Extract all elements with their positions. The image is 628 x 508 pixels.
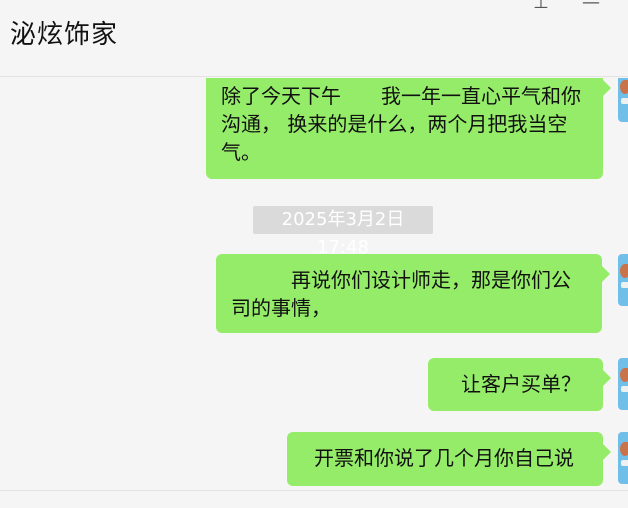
avatar-detail [621, 386, 628, 392]
message-list[interactable]: 除了今天下午 我一年一直心平气和你沟通， 换来的是什么，两个月把我当空气。 20… [0, 78, 628, 490]
avatar[interactable] [618, 358, 628, 410]
avatar-image [620, 264, 628, 278]
minimize-icon[interactable]: — [578, 0, 604, 14]
message-bubble[interactable]: 再说你们设计师走，那是你们公司的事情， [216, 254, 610, 333]
chat-title: 泌炫饰家 [10, 20, 119, 50]
message-text: 再说你们设计师走，那是你们公司的事情， [231, 268, 571, 320]
pin-icon[interactable]: ⊥ [528, 0, 554, 14]
avatar[interactable] [618, 254, 628, 306]
message-timestamp: 2025年3月2日 17:48 [253, 206, 433, 258]
message-text: 除了今天下午 我一年一直心平气和你沟通， 换来的是什么，两个月把我当空气。 [221, 84, 581, 164]
message-bubble[interactable]: 开票和你说了几个月你自己说 [287, 432, 611, 486]
avatar-image [620, 368, 628, 382]
avatar[interactable] [618, 78, 628, 122]
avatar[interactable] [618, 432, 628, 484]
message-input-area[interactable] [0, 490, 628, 508]
chat-header: 泌炫饰家 ⊥ — [0, 0, 628, 77]
message-text: 开票和你说了几个月你自己说 [314, 446, 574, 470]
avatar-detail [621, 460, 628, 466]
avatar-detail [621, 282, 628, 288]
avatar-detail [621, 98, 628, 104]
avatar-image [620, 442, 628, 456]
message-bubble[interactable]: 除了今天下午 我一年一直心平气和你沟通， 换来的是什么，两个月把我当空气。 [206, 78, 611, 179]
message-bubble[interactable]: 让客户买单？ [428, 358, 611, 411]
avatar-image [620, 80, 628, 94]
message-text: 让客户买单？ [461, 372, 581, 396]
